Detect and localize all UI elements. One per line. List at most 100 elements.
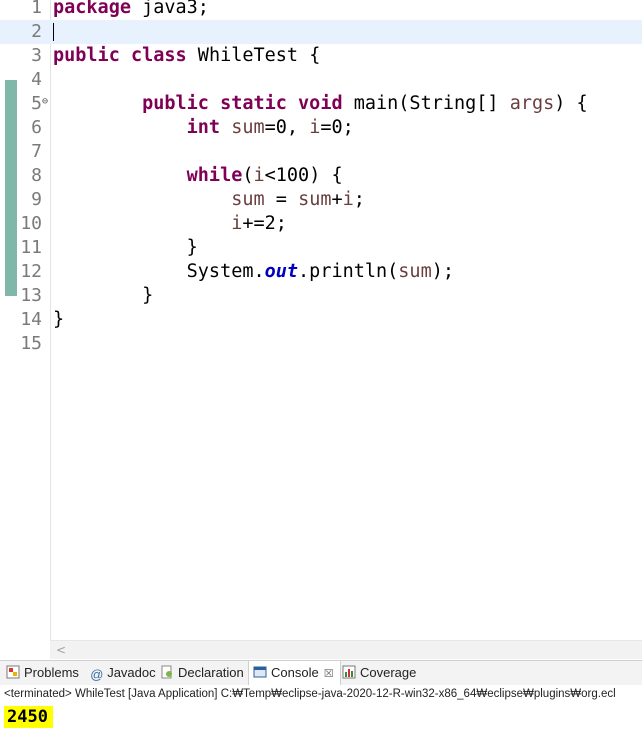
code-line[interactable]: 15 bbox=[0, 332, 642, 356]
code-token: sum bbox=[298, 189, 332, 210]
code-line[interactable]: 8 while(i<100) { bbox=[0, 164, 642, 188]
code-editor[interactable]: 1 package java3; 2 3 public class WhileTest … bbox=[0, 0, 642, 660]
tab-declaration[interactable]: Declaration bbox=[160, 661, 244, 685]
coverage-icon bbox=[342, 663, 356, 679]
code-token: package bbox=[53, 0, 131, 18]
text-cursor bbox=[53, 23, 54, 41]
line-number: 11 bbox=[20, 237, 42, 258]
line-number: 2 bbox=[31, 21, 42, 42]
code-text[interactable]: sum = sum+i; bbox=[53, 188, 365, 212]
code-text[interactable]: } bbox=[53, 236, 198, 260]
tab-label: Javadoc bbox=[107, 665, 156, 680]
code-token: ; bbox=[353, 189, 365, 210]
code-text[interactable]: } bbox=[53, 284, 153, 308]
code-token: sum bbox=[231, 117, 265, 138]
code-line[interactable]: 1 package java3; bbox=[0, 0, 642, 20]
code-line[interactable]: 5 ⊖ public static void main(String[] args… bbox=[0, 92, 642, 116]
line-number: 15 bbox=[20, 333, 42, 354]
code-token: void bbox=[298, 93, 343, 114]
code-text[interactable]: i+=2; bbox=[53, 212, 287, 236]
code-token: class bbox=[130, 45, 187, 66]
code-line[interactable]: 13 } bbox=[0, 284, 642, 308]
code-line[interactable]: 12 System.out.println(sum); bbox=[0, 260, 642, 284]
tab-console[interactable]: Console ☒ bbox=[248, 661, 341, 685]
code-line[interactable]: 2 bbox=[0, 20, 642, 44]
code-line[interactable]: 9 sum = sum+i; bbox=[0, 188, 642, 212]
line-number: 8 bbox=[31, 165, 42, 186]
close-icon[interactable]: ☒ bbox=[324, 668, 334, 680]
code-token: while bbox=[186, 165, 243, 186]
code-text[interactable]: public class WhileTest { bbox=[53, 44, 320, 68]
code-token: main(String[] bbox=[342, 93, 510, 114]
code-token: sum bbox=[398, 261, 432, 282]
code-token: i bbox=[253, 165, 265, 186]
console-status-line: <terminated> WhileTest [Java Application… bbox=[0, 685, 642, 703]
code-text[interactable]: } bbox=[53, 308, 64, 332]
code-token: ); bbox=[431, 261, 454, 282]
code-token: i bbox=[231, 213, 243, 234]
code-line[interactable]: 4 bbox=[0, 68, 642, 92]
code-token: out bbox=[264, 261, 299, 282]
line-number: 12 bbox=[20, 261, 42, 282]
code-token: i bbox=[309, 117, 321, 138]
console-icon bbox=[253, 663, 267, 678]
code-text[interactable]: int sum=0, i=0; bbox=[53, 116, 354, 140]
code-line[interactable]: 3 public class WhileTest { bbox=[0, 44, 642, 68]
code-token: = bbox=[264, 189, 299, 210]
line-number: 13 bbox=[20, 285, 42, 306]
code-token: } bbox=[53, 237, 198, 258]
code-token: sum bbox=[231, 189, 265, 210]
code-token: WhileTest { bbox=[186, 45, 321, 66]
horizontal-scrollbar[interactable]: < bbox=[50, 640, 642, 659]
line-number: 6 bbox=[31, 117, 42, 138]
code-token: =0, bbox=[264, 117, 310, 138]
tab-label: Coverage bbox=[360, 665, 417, 680]
code-token: i bbox=[342, 189, 354, 210]
declaration-icon bbox=[160, 663, 174, 679]
code-token: public bbox=[53, 45, 120, 66]
code-line[interactable]: 10 i+=2; bbox=[0, 212, 642, 236]
code-token: int bbox=[186, 117, 221, 138]
tab-problems[interactable]: Problems bbox=[6, 661, 79, 685]
code-token: +=2; bbox=[242, 213, 287, 234]
tab-label: Problems bbox=[24, 665, 79, 680]
line-number: 3 bbox=[31, 45, 42, 66]
code-text[interactable]: package java3; bbox=[53, 0, 209, 20]
problems-icon bbox=[6, 663, 20, 679]
code-text[interactable]: System.out.println(sum); bbox=[53, 260, 454, 284]
code-token: public bbox=[142, 93, 209, 114]
line-number: 14 bbox=[20, 309, 42, 330]
code-token: ) { bbox=[554, 93, 588, 114]
code-line[interactable]: 6 int sum=0, i=0; bbox=[0, 116, 642, 140]
code-line[interactable]: 11 } bbox=[0, 236, 642, 260]
scroll-left-icon[interactable]: < bbox=[56, 641, 66, 659]
console-output[interactable]: 2450 bbox=[4, 706, 53, 728]
code-text[interactable]: while(i<100) { bbox=[53, 164, 343, 188]
tab-javadoc[interactable]: @ Javadoc bbox=[90, 661, 156, 685]
code-line[interactable]: 7 bbox=[0, 140, 642, 164]
fold-collapse-icon[interactable]: ⊖ bbox=[42, 96, 48, 107]
tab-label: Console bbox=[271, 665, 319, 680]
code-token: } bbox=[53, 309, 65, 330]
code-text[interactable]: public static void main(String[] args) { bbox=[53, 92, 588, 116]
code-token: .println( bbox=[298, 261, 399, 282]
javadoc-icon: @ bbox=[90, 667, 104, 682]
line-number: 9 bbox=[31, 189, 42, 210]
view-tab-bar: Problems @ Javadoc Declaration Console ☒ C… bbox=[0, 660, 642, 686]
code-token: } bbox=[53, 285, 154, 306]
code-token: + bbox=[331, 189, 343, 210]
tab-coverage[interactable]: Coverage bbox=[342, 661, 416, 685]
line-number: 1 bbox=[31, 0, 42, 18]
line-number: 4 bbox=[31, 69, 42, 90]
code-line[interactable]: 14} bbox=[0, 308, 642, 332]
line-number: 10 bbox=[20, 213, 42, 234]
code-token: System. bbox=[53, 261, 265, 282]
code-token: <100) { bbox=[264, 165, 343, 186]
